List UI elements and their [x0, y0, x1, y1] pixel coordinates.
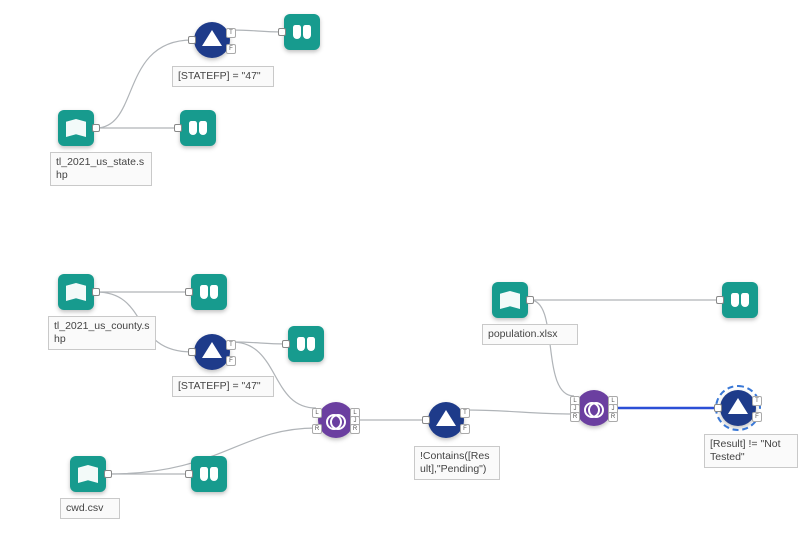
input-cwd-csv[interactable] [70, 456, 106, 492]
filter-result-label: [Result] != "Not Tested" [704, 434, 798, 468]
browse-state-direct[interactable] [180, 110, 216, 146]
browse-cwd[interactable] [191, 456, 227, 492]
filter-result[interactable]: T F [720, 390, 756, 426]
input-state-shp[interactable] [58, 110, 94, 146]
browse-population[interactable] [722, 282, 758, 318]
filter-icon [202, 30, 222, 46]
book-icon [78, 465, 98, 483]
binoculars-icon [293, 25, 311, 39]
filter-pending[interactable]: T F [428, 402, 464, 438]
filter-state-label: [STATEFP] = "47" [172, 66, 274, 87]
binoculars-icon [731, 293, 749, 307]
input-state-label: tl_2021_us_state.shp [50, 152, 152, 186]
book-icon [66, 119, 86, 137]
filter-pending-label: !Contains([Result],"Pending") [414, 446, 500, 480]
binoculars-icon [200, 467, 218, 481]
join-icon [584, 398, 604, 418]
browse-county-direct[interactable] [191, 274, 227, 310]
binoculars-icon [297, 337, 315, 351]
browse-county-true[interactable] [288, 326, 324, 362]
input-population-xlsx[interactable] [492, 282, 528, 318]
join-county-cwd[interactable]: L L J R R [318, 402, 354, 438]
input-county-shp[interactable] [58, 274, 94, 310]
join-icon [326, 410, 346, 430]
binoculars-icon [200, 285, 218, 299]
binoculars-icon [189, 121, 207, 135]
filter-county[interactable]: T F [194, 334, 230, 370]
filter-icon [436, 410, 456, 426]
filter-county-label: [STATEFP] = "47" [172, 376, 274, 397]
input-county-label: tl_2021_us_county.shp [48, 316, 156, 350]
book-icon [66, 283, 86, 301]
input-cwd-label: cwd.csv [60, 498, 120, 519]
filter-icon [728, 398, 748, 414]
filter-state[interactable]: T F [194, 22, 230, 58]
book-icon [500, 291, 520, 309]
filter-icon [202, 342, 222, 358]
input-population-label: population.xlsx [482, 324, 578, 345]
join-population[interactable]: L L J J R R [576, 390, 612, 426]
browse-state-true[interactable] [284, 14, 320, 50]
